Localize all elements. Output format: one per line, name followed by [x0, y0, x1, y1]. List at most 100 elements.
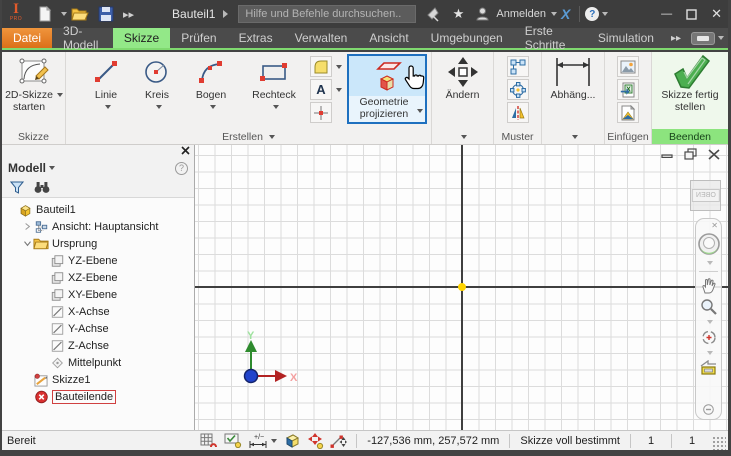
navigation-wheel-button[interactable] — [697, 232, 721, 256]
doc-close-button[interactable] — [708, 149, 720, 160]
search-binoculars-icon[interactable] — [34, 181, 50, 194]
tab-verwalten[interactable]: Verwalten — [284, 28, 359, 48]
modify-panel-button[interactable]: Ändern — [434, 54, 492, 129]
tab-erste-schritte[interactable]: Erste Schritte — [514, 28, 587, 48]
ribbon-display-dropdown[interactable] — [718, 36, 724, 43]
tab-ansicht[interactable]: Ansicht — [358, 28, 419, 48]
browser-title-dropdown[interactable] — [49, 166, 55, 173]
fillet-button[interactable] — [310, 56, 332, 77]
rectangle-dropdown[interactable] — [273, 105, 279, 112]
panel-label-skizze[interactable]: Skizze — [2, 129, 65, 144]
tab-extras[interactable]: Extras — [228, 28, 284, 48]
tree-item-bauteilende[interactable]: Bauteilende — [2, 388, 194, 405]
panel-label-einfuegen[interactable]: Einfügen — [605, 129, 651, 144]
tree-item-skizze1[interactable]: Skizze1 — [2, 371, 194, 388]
text-button[interactable]: A — [310, 79, 332, 100]
tree-expand-icon[interactable] — [22, 239, 33, 248]
circle-button[interactable]: Kreis — [134, 54, 180, 129]
tab-skizze[interactable]: Skizze — [113, 28, 170, 48]
save-button[interactable] — [95, 3, 117, 25]
communication-center-button[interactable] — [424, 4, 444, 24]
orbit-dropdown[interactable] — [707, 351, 713, 358]
line-dropdown[interactable] — [105, 105, 111, 112]
insert-acad-button[interactable] — [617, 102, 639, 123]
doc-restore-button[interactable] — [684, 148, 697, 160]
node-move-icon[interactable] — [330, 433, 348, 449]
arc-dropdown[interactable] — [210, 105, 216, 112]
new-document-dropdown[interactable] — [61, 12, 67, 19]
tree-item-bauteil1[interactable]: Bauteil1 — [2, 201, 194, 218]
tree-item-x-achse[interactable]: X-Achse — [2, 303, 194, 320]
help-search-input[interactable]: Hilfe und Befehle durchsuchen.. — [238, 5, 416, 23]
line-button[interactable]: Linie — [82, 54, 130, 129]
zoom-dropdown[interactable] — [707, 320, 713, 327]
tree-expand-icon[interactable] — [22, 222, 33, 231]
aendern-dropdown[interactable] — [461, 135, 467, 142]
dimension-tolerance-icon[interactable]: +/− — [248, 433, 268, 449]
tree-item-ansicht-hauptansicht[interactable]: Ansicht: Hauptansicht — [2, 218, 194, 235]
tree-item-yz-ebene[interactable]: YZ-Ebene — [2, 252, 194, 269]
text-dropdown[interactable] — [336, 88, 342, 95]
snap-grid-icon[interactable] — [200, 433, 218, 448]
exchange-apps-icon[interactable]: X — [561, 6, 570, 22]
qat-overflow-chevrons[interactable]: ▸▸ — [123, 8, 134, 21]
circular-pattern-button[interactable] — [507, 79, 529, 100]
start-2d-sketch-dropdown[interactable] — [57, 93, 63, 100]
graphics-canvas[interactable]: Y X OBEN ✕ — [195, 145, 728, 430]
circle-dropdown[interactable] — [156, 105, 162, 112]
viewcube[interactable]: OBEN — [690, 180, 721, 211]
constrain-panel-button[interactable]: Abhäng... — [544, 54, 602, 129]
select-filter-icon[interactable] — [224, 433, 242, 448]
minimize-button[interactable]: — — [661, 8, 672, 20]
doc-minimize-button[interactable] — [661, 149, 673, 159]
resize-grip[interactable] — [712, 436, 726, 450]
start-2d-sketch-button[interactable]: 2D-Skizze starten — [4, 54, 64, 129]
move-feature-icon[interactable] — [307, 433, 324, 449]
iso-view-icon[interactable] — [283, 433, 301, 449]
help-button[interactable]: ? — [585, 7, 599, 21]
tree-item-ursprung[interactable]: Ursprung — [2, 235, 194, 252]
tab-datei[interactable]: Datei — [2, 28, 52, 48]
favorites-button[interactable]: ★ — [448, 4, 468, 24]
maximize-button[interactable] — [686, 9, 697, 20]
arc-button[interactable]: Bogen — [184, 54, 238, 129]
import-points-button[interactable]: X — [617, 79, 639, 100]
finish-sketch-button[interactable]: Skizze fertig stellen — [654, 54, 726, 129]
tree-item-xz-ebene[interactable]: XZ-Ebene — [2, 269, 194, 286]
browser-title[interactable]: Modell — [8, 161, 46, 175]
ribbon-display-toggle[interactable] — [691, 31, 724, 45]
panel-label-muster[interactable]: Muster — [494, 129, 541, 144]
panel-label-beenden[interactable]: Beenden — [652, 129, 728, 144]
navbar-close-icon[interactable]: ✕ — [711, 221, 718, 230]
browser-close-icon[interactable] — [181, 146, 190, 155]
tree-item-mittelpunkt[interactable]: Mittelpunkt — [2, 354, 194, 371]
viewcube-top-face[interactable]: OBEN — [692, 189, 720, 202]
tab-simulation[interactable]: Simulation — [587, 28, 665, 48]
insert-image-button[interactable] — [617, 56, 639, 77]
fillet-dropdown[interactable] — [336, 65, 342, 72]
navbar-collapse-button[interactable] — [703, 404, 714, 415]
tree-item-y-achse[interactable]: Y-Achse — [2, 320, 194, 337]
project-geometry-dropdown[interactable] — [417, 109, 423, 116]
open-button[interactable] — [69, 3, 91, 25]
tab-umgebungen[interactable]: Umgebungen — [420, 28, 514, 48]
look-at-button[interactable] — [699, 360, 718, 375]
new-document-button[interactable] — [34, 3, 56, 25]
point-button[interactable] — [310, 102, 332, 123]
rectangle-button[interactable]: Rechteck — [242, 54, 306, 129]
tree-item-xy-ebene[interactable]: XY-Ebene — [2, 286, 194, 303]
pan-button[interactable] — [700, 277, 717, 294]
user-button[interactable] — [472, 4, 492, 24]
abhaengig-dropdown[interactable] — [572, 135, 578, 142]
dimension-tolerance-dropdown[interactable] — [271, 439, 277, 446]
close-button[interactable]: ✕ — [711, 6, 722, 22]
zoom-button[interactable] — [700, 298, 717, 315]
tab-pr-fen[interactable]: Prüfen — [170, 28, 227, 48]
signin-label[interactable]: Anmelden — [496, 8, 546, 20]
tree-item-z-achse[interactable]: Z-Achse — [2, 337, 194, 354]
tab-3d-modell[interactable]: 3D-Modell — [52, 28, 113, 48]
help-dropdown[interactable] — [602, 12, 608, 19]
panel-label-erstellen[interactable]: Erstellen — [66, 129, 431, 144]
filter-icon[interactable] — [10, 181, 24, 194]
navigation-wheel-dropdown[interactable] — [707, 261, 713, 268]
